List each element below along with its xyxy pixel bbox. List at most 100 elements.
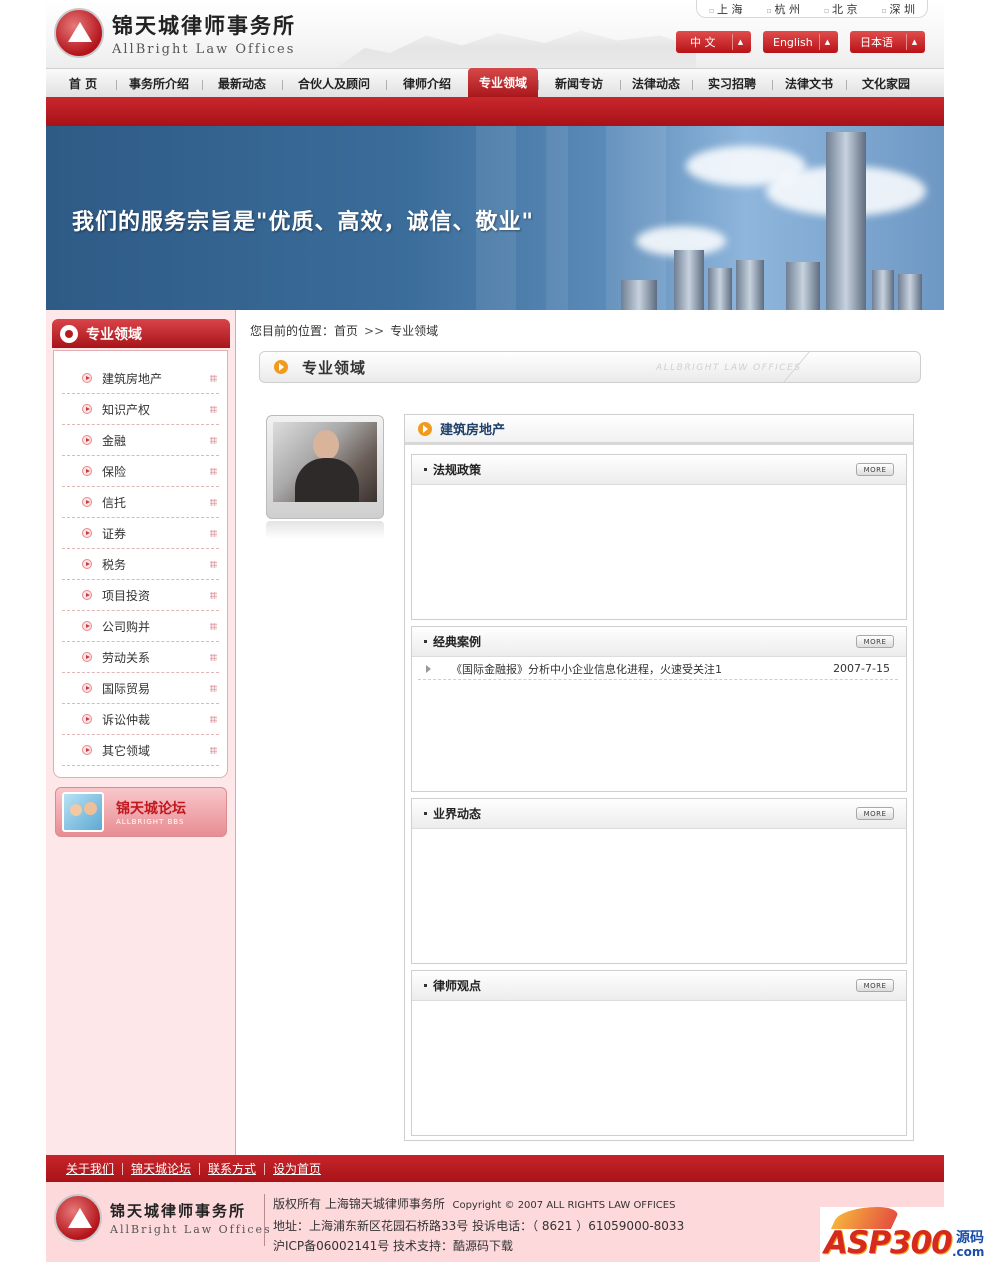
nav-partners[interactable]: 合伙人及顾问	[282, 70, 386, 98]
content-box: 建筑房地产 法规政策 MORE 经典案例 MORE 《国际金融报》分析中小企业信…	[404, 414, 914, 1141]
news-title[interactable]: 《国际金融报》分析中小企业信息化进程，火速受关注1	[451, 661, 722, 677]
breadcrumb-home[interactable]: 首页	[334, 324, 358, 338]
sidebar-item-label: 金融	[102, 433, 127, 448]
grip-icon	[210, 685, 217, 692]
arrow-bullet-icon	[82, 621, 92, 631]
arrow-bullet-icon	[82, 373, 92, 383]
sidebar-item-labor[interactable]: 劳动关系	[62, 642, 219, 673]
sidebar-title-text: 专业领域	[86, 326, 142, 343]
nav-legal-docs[interactable]: 法律文书	[772, 70, 846, 98]
logo[interactable]: 锦天城律师事务所 AllBright Law Offices	[54, 8, 324, 58]
grip-icon	[210, 468, 217, 475]
arrow-bullet-icon	[82, 683, 92, 693]
sidebar-item-investment[interactable]: 项目投资	[62, 580, 219, 611]
content-title: 建筑房地产	[440, 423, 506, 438]
nav-legal-news[interactable]: 法律动态	[620, 70, 692, 98]
sidebar-item-tax[interactable]: 税务	[62, 549, 219, 580]
square-bullet-icon	[424, 812, 427, 815]
sidebar-menu: 建筑房地产 知识产权 金融 保险 信托 证券 税务 项目投资 公司购并 劳动关系…	[53, 350, 228, 778]
list-item[interactable]: 《国际金融报》分析中小企业信息化进程，火速受关注1 2007-7-15	[418, 658, 898, 680]
lang-japanese-label: 日本语	[860, 36, 893, 49]
footer-link-forum[interactable]: 锦天城论坛	[131, 1160, 191, 1177]
grip-icon	[210, 499, 217, 506]
asp300-badge[interactable]: ASP300 源码 .com	[820, 1207, 995, 1262]
sidebar-item-trust[interactable]: 信托	[62, 487, 219, 518]
badge-yuan: 源码	[956, 1230, 984, 1246]
red-bar	[46, 97, 944, 126]
footer-copyright-en: Copyright © 2007 ALL RIGHTS LAW OFFICES	[452, 1200, 676, 1211]
sidebar-item-litigation[interactable]: 诉讼仲裁	[62, 704, 219, 735]
sidebar-item-label: 证券	[102, 526, 127, 541]
square-bullet-icon	[424, 640, 427, 643]
sidebar-item-other[interactable]: 其它领域	[62, 735, 219, 766]
city-hangzhou[interactable]: 杭 州	[767, 1, 800, 17]
sidebar-item-label: 保险	[102, 464, 127, 479]
grip-icon	[210, 406, 217, 413]
city-beijing[interactable]: 北 京	[824, 1, 858, 17]
grip-icon	[210, 716, 217, 723]
section-watermark: ALLBRIGHT LAW OFFICES	[656, 363, 802, 373]
tower-building	[826, 132, 866, 310]
sidebar: 专业领域 建筑房地产 知识产权 金融 保险 信托 证券 税务 项目投资 公司购并…	[46, 310, 236, 1155]
footer-info: 版权所有 上海锦天城律师事务所 Copyright © 2007 ALL RIG…	[273, 1194, 684, 1256]
arrow-bullet-icon	[82, 466, 92, 476]
more-button[interactable]: MORE	[856, 635, 894, 648]
city-shanghai[interactable]: 上 海	[709, 1, 743, 17]
arrow-bullet-icon	[82, 745, 92, 755]
nav-about[interactable]: 事务所介绍	[116, 70, 202, 98]
section-title: 专业领域	[302, 358, 367, 377]
panel-regulations: 法规政策 MORE	[411, 454, 907, 620]
panel-title: 经典案例	[433, 635, 482, 649]
sidebar-item-ip[interactable]: 知识产权	[62, 394, 219, 425]
main: 专业领域 建筑房地产 知识产权 金融 保险 信托 证券 税务 项目投资 公司购并…	[46, 310, 944, 1155]
arrow-bullet-icon	[82, 528, 92, 538]
footer-link-contact[interactable]: 联系方式	[208, 1160, 256, 1177]
footer-link-about[interactable]: 关于我们	[66, 1160, 114, 1177]
sidebar-item-label: 信托	[102, 495, 127, 510]
nav-news[interactable]: 最新动态	[202, 70, 282, 98]
arrow-bullet-icon	[82, 714, 92, 724]
lang-chinese-label: 中 文	[690, 36, 716, 49]
more-button[interactable]: MORE	[856, 463, 894, 476]
city-shenzhen[interactable]: 深 圳	[882, 1, 915, 17]
sidebar-item-label: 其它领域	[102, 743, 151, 758]
more-button[interactable]: MORE	[856, 979, 894, 992]
nav-lawyers[interactable]: 律师介绍	[386, 70, 468, 98]
breadcrumb-prefix: 您目前的位置：	[250, 324, 335, 338]
footer-link-set-homepage[interactable]: 设为首页	[273, 1160, 321, 1177]
practice-photo	[266, 415, 384, 519]
nav-practice-areas[interactable]: 专业领域	[468, 67, 538, 98]
nav-home[interactable]: 首 页	[50, 70, 116, 98]
sidebar-item-real-estate[interactable]: 建筑房地产	[62, 363, 219, 394]
arrow-bullet-icon	[82, 590, 92, 600]
footer-address: 地址：上海浦东新区花园石桥路33号 投诉电话：（ 8621 ）61059000-…	[273, 1219, 685, 1233]
nav-recruitment[interactable]: 实习招聘	[692, 70, 772, 98]
more-button[interactable]: MORE	[856, 807, 894, 820]
sidebar-item-mna[interactable]: 公司购并	[62, 611, 219, 642]
sidebar-item-securities[interactable]: 证券	[62, 518, 219, 549]
forum-banner[interactable]: 锦天城论坛 ALLBRIGHT BBS	[55, 787, 227, 837]
banner-slogan: 我们的服务宗旨是"优质、高效，诚信、敬业"	[72, 210, 534, 235]
sidebar-item-trade[interactable]: 国际贸易	[62, 673, 219, 704]
banner: 我们的服务宗旨是"优质、高效，诚信、敬业"	[46, 126, 944, 310]
footer-logo-en: AllBright Law Offices	[110, 1223, 272, 1236]
sidebar-item-label: 建筑房地产	[102, 371, 163, 386]
triangle-bullet-icon	[426, 664, 431, 673]
sidebar-item-insurance[interactable]: 保险	[62, 456, 219, 487]
panel-lawyer-views: 律师观点 MORE	[411, 970, 907, 1136]
nav-culture[interactable]: 文化家园	[846, 70, 926, 98]
logo-cn: 锦天城律师事务所	[112, 12, 296, 38]
footer-logo: 锦天城律师事务所 AllBright Law Offices	[54, 1194, 272, 1242]
sidebar-item-finance[interactable]: 金融	[62, 425, 219, 456]
grip-icon	[210, 747, 217, 754]
grip-icon	[210, 375, 217, 382]
panel-industry-news: 业界动态 MORE	[411, 798, 907, 964]
logo-en: AllBright Law Offices	[112, 41, 296, 57]
nav-interviews[interactable]: 新闻专访	[538, 70, 620, 98]
lang-japanese-button[interactable]: 日本语 ▲	[850, 31, 925, 53]
triangle-icon: ▲	[819, 34, 835, 50]
lang-english-button[interactable]: English ▲	[763, 31, 838, 53]
triangle-icon: ▲	[906, 34, 922, 50]
header: 锦天城律师事务所 AllBright Law Offices 上 海 杭 州 北…	[46, 0, 944, 70]
lang-chinese-button[interactable]: 中 文 ▲	[676, 31, 751, 53]
